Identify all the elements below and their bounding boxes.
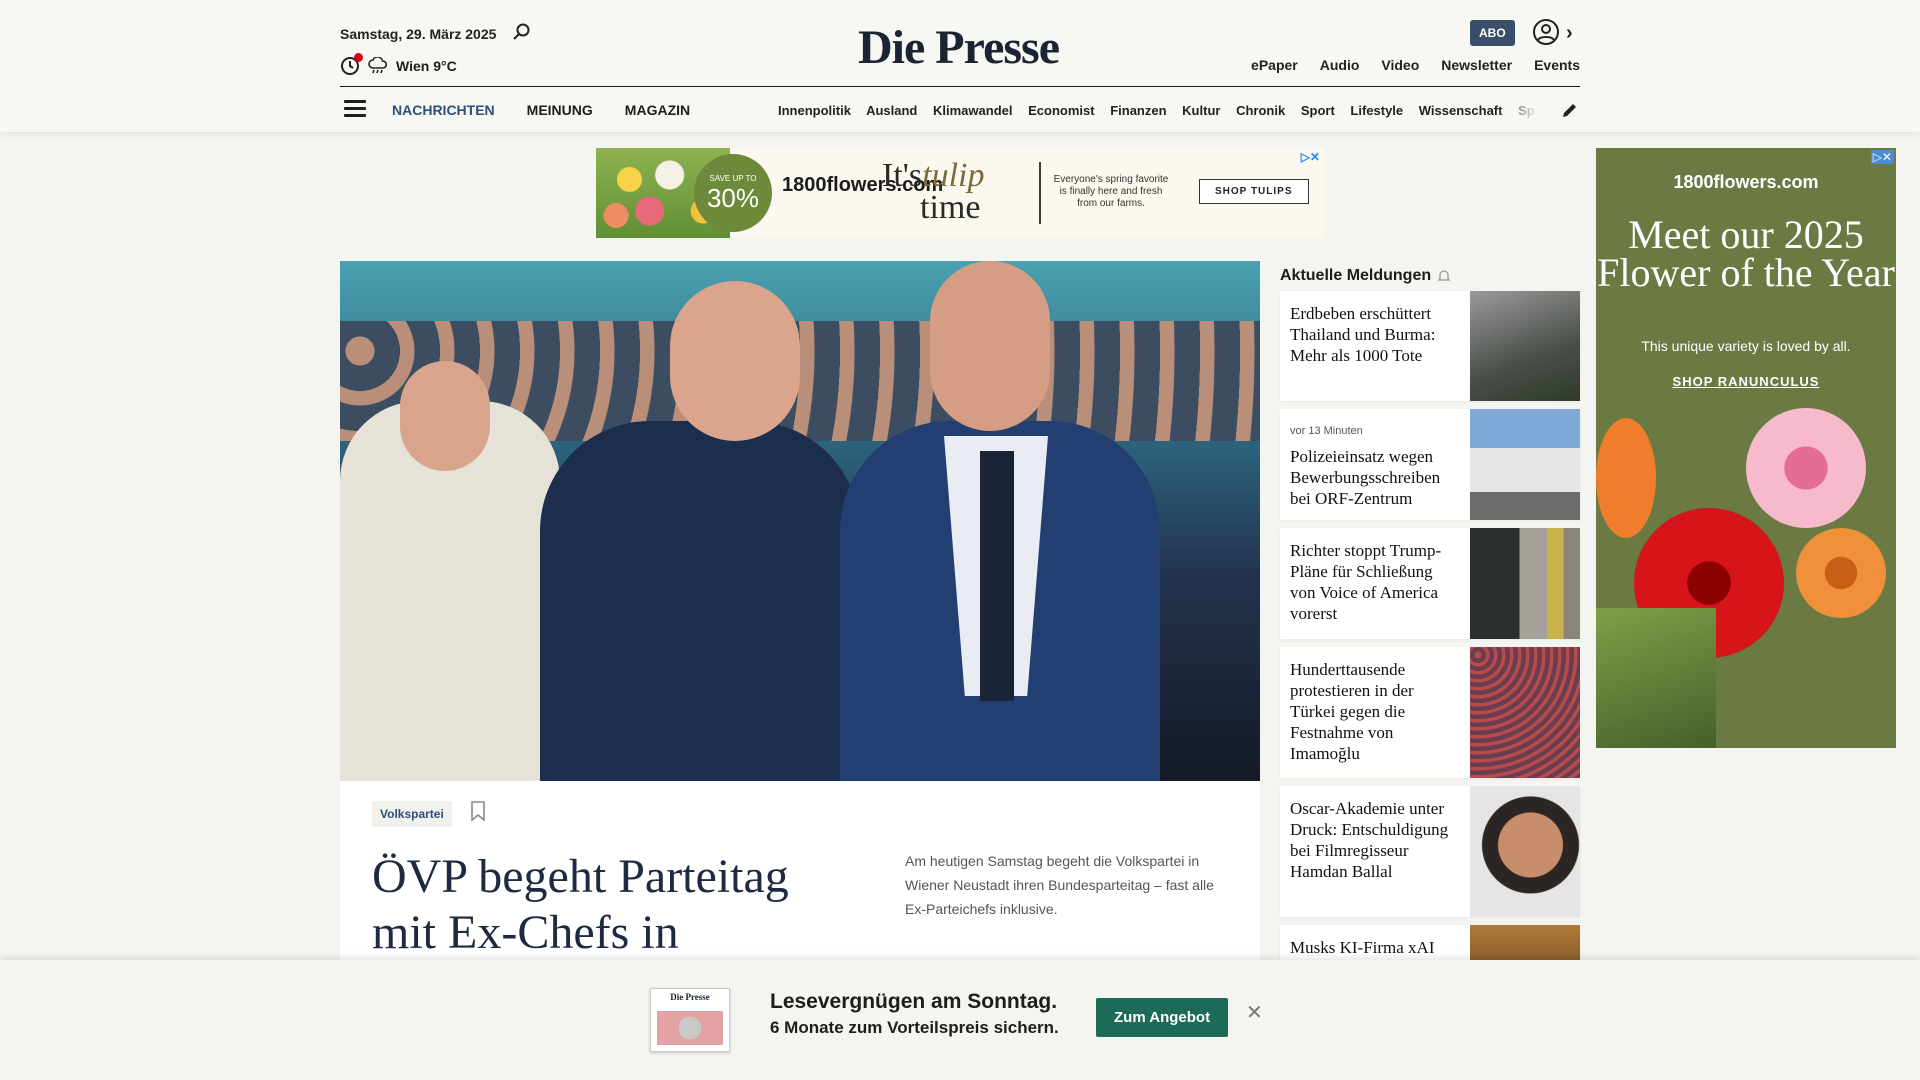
article-tag[interactable]: Volkspartei bbox=[372, 801, 452, 827]
top-link-newsletter[interactable]: Newsletter bbox=[1441, 57, 1512, 73]
list-item[interactable]: Hunderttausende protestieren in der Türk… bbox=[1280, 647, 1580, 778]
nav-magazin[interactable]: MAGAZIN bbox=[625, 102, 690, 118]
person-right-tie bbox=[980, 451, 1014, 701]
item-thumbnail bbox=[1470, 409, 1580, 520]
item-text: Erdbeben erschüttert Thailand und Burma:… bbox=[1290, 304, 1436, 365]
subnav-economist[interactable]: Economist bbox=[1028, 103, 1094, 118]
nav-meinung[interactable]: MEINUNG bbox=[527, 102, 593, 118]
item-thumbnail bbox=[1470, 528, 1580, 639]
paper-masthead: Die Presse bbox=[670, 992, 710, 1002]
top-link-epaper[interactable]: ePaper bbox=[1251, 57, 1298, 73]
top-links: ePaper Audio Video Newsletter Events bbox=[1251, 57, 1580, 73]
subnav-wissenschaft[interactable]: Wissenschaft bbox=[1419, 103, 1503, 118]
promo-title: Lesevergnügen am Sonntag. bbox=[770, 990, 1058, 1013]
header-divider bbox=[340, 86, 1580, 87]
shop-ranunculus-link[interactable]: SHOP RANUNCULUS bbox=[1596, 374, 1896, 389]
subnav-lifestyle[interactable]: Lifestyle bbox=[1350, 103, 1403, 118]
search-icon[interactable] bbox=[512, 22, 532, 42]
save-value: 30% bbox=[706, 183, 760, 213]
shop-tulips-button[interactable]: SHOP TULIPS bbox=[1199, 179, 1309, 204]
close-icon[interactable]: ✕ bbox=[1246, 1000, 1263, 1025]
person-left-head bbox=[400, 361, 490, 471]
pencil-icon[interactable] bbox=[1560, 100, 1580, 120]
article-teaser: Am heutigen Samstag begeht die Volkspart… bbox=[905, 853, 1214, 917]
newspaper-thumbnail: Die Presse bbox=[650, 988, 730, 1052]
subscription-banner: Die Presse Lesevergnügen am Sonntag. 6 M… bbox=[0, 960, 1920, 1080]
abo-button[interactable]: ABO bbox=[1470, 20, 1515, 46]
subnav-finanzen[interactable]: Finanzen bbox=[1110, 103, 1166, 118]
weather-widget[interactable]: Wien 9°C bbox=[340, 53, 457, 76]
aktuelle-meldungen: Aktuelle Meldungen Erdbeben erschüttert … bbox=[1280, 261, 1580, 993]
item-text: Richter stoppt Trump-Pläne für Schließun… bbox=[1290, 541, 1442, 623]
flower-image bbox=[1596, 418, 1656, 538]
top-link-events[interactable]: Events bbox=[1534, 57, 1580, 73]
notification-dot bbox=[354, 53, 363, 62]
flower-image bbox=[1746, 408, 1866, 528]
ad-tagline: It'stulip time bbox=[882, 157, 984, 226]
list-item[interactable]: vor 13 Minuten Polizeieinsatz wegen Bewe… bbox=[1280, 409, 1580, 520]
save-badge: SAVE UP TO 30% bbox=[694, 154, 772, 232]
ad-choices-icon[interactable]: ▷✕ bbox=[1870, 150, 1894, 164]
list-item[interactable]: Richter stoppt Trump-Pläne für Schließun… bbox=[1280, 528, 1580, 639]
news-alert-icon[interactable] bbox=[340, 53, 363, 76]
save-label: SAVE UP TO bbox=[709, 174, 757, 183]
subnav-kultur[interactable]: Kultur bbox=[1182, 103, 1220, 118]
top-link-audio[interactable]: Audio bbox=[1320, 57, 1360, 73]
account-icon[interactable] bbox=[1532, 18, 1560, 46]
tagline-part-c: time bbox=[920, 189, 981, 226]
rain-cloud-icon bbox=[368, 57, 388, 74]
chevron-right-icon[interactable]: › bbox=[1566, 22, 1573, 45]
top-link-video[interactable]: Video bbox=[1381, 57, 1419, 73]
header-inner: Samstag, 29. März 2025 Wien 9°C Die Pres… bbox=[340, 0, 1580, 132]
aktuell-header: Aktuelle Meldungen bbox=[1280, 261, 1580, 291]
sub-nav: Innenpolitik Ausland Klimawandel Economi… bbox=[778, 103, 1538, 118]
sky-brand: 1800flowers.com bbox=[1673, 172, 1819, 192]
promo-subtitle: 6 Monate zum Vorteilspreis sichern. bbox=[770, 1018, 1059, 1037]
menu-icon[interactable] bbox=[344, 100, 366, 118]
ad-copy: Everyone's spring favorite is finally he… bbox=[1053, 174, 1169, 209]
subnav-klimawandel[interactable]: Klimawandel bbox=[933, 103, 1012, 118]
item-text-wrap: vor 13 Minuten Polizeieinsatz wegen Bewe… bbox=[1280, 409, 1470, 520]
main-nav: NACHRICHTEN MEINUNG MAGAZIN bbox=[392, 102, 690, 118]
zum-angebot-button[interactable]: Zum Angebot bbox=[1096, 998, 1229, 1037]
subnav-chronik[interactable]: Chronik bbox=[1236, 103, 1285, 118]
article-headline[interactable]: ÖVP begeht Parteitag mit Ex-Chefs in bbox=[372, 849, 842, 961]
site-header: Samstag, 29. März 2025 Wien 9°C Die Pres… bbox=[0, 0, 1920, 132]
banner-ad[interactable]: SAVE UP TO 30% 1800flowers.com It'stulip… bbox=[596, 148, 1324, 238]
site-logo[interactable]: Die Presse bbox=[858, 20, 1060, 75]
flower-stems bbox=[1596, 608, 1716, 748]
item-thumbnail bbox=[1470, 647, 1580, 778]
list-item[interactable]: Oscar-Akademie unter Druck: Entschuldigu… bbox=[1280, 786, 1580, 917]
bookmark-icon[interactable] bbox=[470, 801, 486, 821]
skyscraper-ad[interactable]: 1800flowers.com Meet our 2025 Flower of … bbox=[1596, 148, 1896, 748]
bell-icon[interactable] bbox=[1437, 269, 1451, 283]
flower-image bbox=[1796, 528, 1886, 618]
item-text: Oscar-Akademie unter Druck: Entschuldigu… bbox=[1290, 799, 1449, 881]
item-text: Polizeieinsatz wegen Bewerbungsschreiben… bbox=[1290, 447, 1441, 508]
item-thumbnail bbox=[1470, 786, 1580, 917]
ad-choices-icon[interactable]: ▷✕ bbox=[1301, 150, 1320, 164]
item-text: Hunderttausende protestieren in der Türk… bbox=[1290, 660, 1414, 763]
item-time: vor 13 Minuten bbox=[1290, 425, 1363, 437]
aktuell-title: Aktuelle Meldungen bbox=[1280, 267, 1432, 284]
item-thumbnail bbox=[1470, 291, 1580, 401]
hero-image[interactable] bbox=[340, 261, 1260, 781]
list-item[interactable]: Erdbeben erschüttert Thailand und Burma:… bbox=[1280, 291, 1580, 401]
person-middle-head bbox=[670, 281, 800, 441]
sky-headline: Meet our 2025 Flower of the Year bbox=[1597, 212, 1895, 295]
subnav-ausland[interactable]: Ausland bbox=[866, 103, 917, 118]
subnav-innenpolitik[interactable]: Innenpolitik bbox=[778, 103, 851, 118]
tagline-part-a: It's bbox=[882, 157, 923, 194]
sky-subline: This unique variety is loved by all. bbox=[1641, 338, 1851, 354]
subnav-sport[interactable]: Sport bbox=[1301, 103, 1335, 118]
nav-nachrichten[interactable]: NACHRICHTEN bbox=[392, 102, 495, 118]
person-right-head bbox=[930, 261, 1050, 431]
person-middle bbox=[540, 421, 860, 781]
subnav-spectrum[interactable]: Spectrum bbox=[1518, 103, 1538, 118]
weather-text: Wien 9°C bbox=[396, 58, 457, 74]
current-date: Samstag, 29. März 2025 bbox=[340, 26, 497, 42]
ad-divider bbox=[1039, 162, 1041, 224]
paper-image bbox=[657, 1011, 723, 1045]
